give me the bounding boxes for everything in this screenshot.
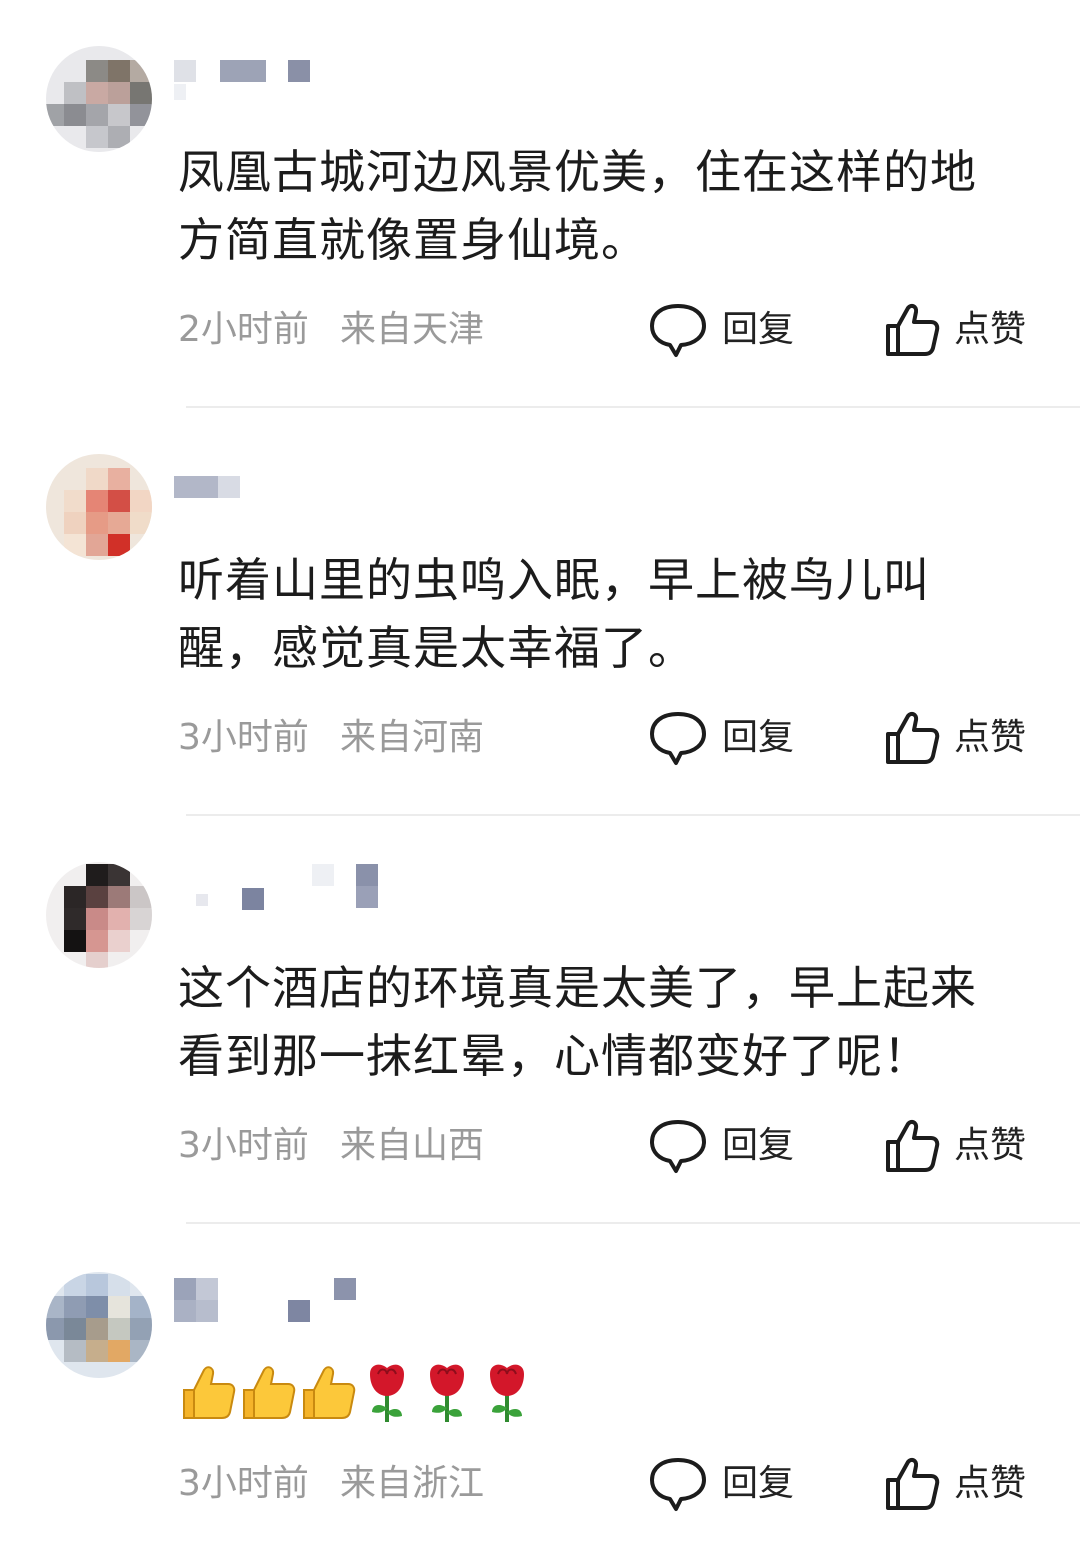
comment-location: 来自山西 xyxy=(340,1125,485,1166)
thumbs-up-emoji-icon xyxy=(303,1366,356,1419)
comment-meta: 2小时前 来自天津 回复 点赞 xyxy=(0,300,1080,360)
like-button[interactable]: 点赞 xyxy=(884,1116,1026,1176)
comment-meta: 3小时前 来自山西 回复 点赞 xyxy=(0,1116,1080,1176)
comment-time: 3小时前 xyxy=(178,1463,309,1504)
like-label: 点赞 xyxy=(954,309,1027,350)
like-button[interactable]: 点赞 xyxy=(884,708,1026,768)
reply-button[interactable]: 回复 xyxy=(648,1116,794,1176)
like-label: 点赞 xyxy=(954,1125,1027,1166)
comment-time: 2小时前 xyxy=(178,309,309,350)
comment-location: 来自浙江 xyxy=(340,1463,485,1504)
comment-text: 凤凰古城河边风景优美，住在这样的地方简直就像置身仙境。 xyxy=(178,145,977,267)
rose-emoji-icon xyxy=(370,1364,404,1422)
comment-location: 来自河南 xyxy=(340,717,485,758)
thumbs-up-outline-icon xyxy=(886,303,940,356)
like-button[interactable]: 点赞 xyxy=(884,300,1026,360)
thumbs-up-emoji-icon xyxy=(183,1366,236,1419)
speech-bubble-icon xyxy=(650,712,706,765)
comment-location: 来自天津 xyxy=(340,309,485,350)
username[interactable] xyxy=(172,864,432,910)
thumbs-up-outline-icon xyxy=(886,1119,940,1172)
reply-label: 回复 xyxy=(722,1125,795,1166)
comment-meta: 3小时前 来自河南 回复 点赞 xyxy=(0,708,1080,768)
username[interactable] xyxy=(172,58,432,100)
avatar[interactable] xyxy=(46,1272,152,1378)
thumbs-up-outline-icon xyxy=(886,1457,940,1510)
thumbs-up-outline-icon xyxy=(886,711,940,764)
comment-list: 凤凰古城河边风景优美，住在这样的地方简直就像置身仙境。 2小时前 来自天津 回复… xyxy=(0,0,1080,1544)
comment-text: 听着山里的虫鸣入眠，早上被鸟儿叫醒，感觉真是太幸福了。 xyxy=(178,553,930,675)
username[interactable] xyxy=(172,474,432,514)
emoji-row xyxy=(178,1360,536,1430)
reply-label: 回复 xyxy=(722,1463,795,1504)
avatar[interactable] xyxy=(46,454,152,560)
rose-emoji-icon xyxy=(490,1364,524,1422)
comment-time: 3小时前 xyxy=(178,1125,309,1166)
like-label: 点赞 xyxy=(954,1463,1027,1504)
divider xyxy=(186,814,1080,816)
reply-label: 回复 xyxy=(722,717,795,758)
divider xyxy=(186,406,1080,408)
thumbs-up-emoji-icon xyxy=(243,1366,296,1419)
reply-label: 回复 xyxy=(722,309,795,350)
speech-bubble-icon xyxy=(650,1458,706,1511)
reply-button[interactable]: 回复 xyxy=(648,300,794,360)
reply-button[interactable]: 回复 xyxy=(648,708,794,768)
reply-button[interactable]: 回复 xyxy=(648,1454,794,1514)
speech-bubble-icon xyxy=(650,1120,706,1173)
comment-text: 这个酒店的环境真是太美了，早上起来看到那一抹红晕，心情都变好了呢！ xyxy=(178,961,977,1083)
like-button[interactable]: 点赞 xyxy=(884,1454,1026,1514)
divider xyxy=(186,1222,1080,1224)
comment-time: 3小时前 xyxy=(178,717,309,758)
avatar[interactable] xyxy=(46,46,152,152)
username[interactable] xyxy=(172,1276,432,1322)
rose-emoji-icon xyxy=(430,1364,464,1422)
comment-meta: 3小时前 来自浙江 回复 点赞 xyxy=(0,1454,1080,1514)
avatar[interactable] xyxy=(46,862,152,968)
speech-bubble-icon xyxy=(650,304,706,357)
like-label: 点赞 xyxy=(954,717,1027,758)
